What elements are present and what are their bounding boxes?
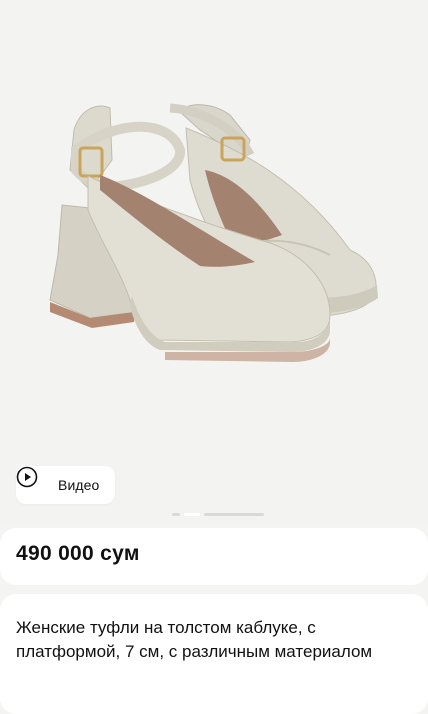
pager-dot [172,513,180,516]
pager-dot-active [184,513,200,516]
video-button[interactable]: Видео [16,466,116,504]
product-photo [49,103,378,362]
product-title: Женские туфли на толстом каблуке, с плат… [16,618,373,661]
product-price: 490 000 сум [16,542,140,565]
product-image-gallery[interactable]: Видео [0,0,428,522]
pager-dot [204,513,264,516]
play-icon [16,466,48,496]
price-card: 490 000 сум [0,528,428,585]
gallery-pager [172,513,264,516]
title-card: Женские туфли на толстом каблуке, с плат… [0,594,428,714]
video-button-label: Видео [58,477,100,493]
